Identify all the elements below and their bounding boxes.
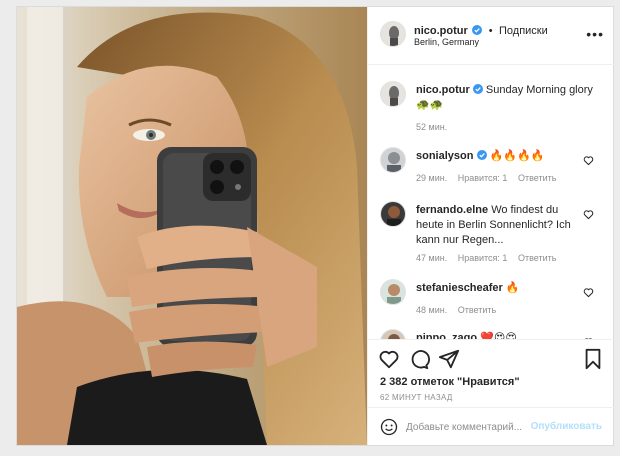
comment-item: fernando.elne Wo findest du heute in Ber… bbox=[368, 199, 614, 271]
comment-item: pippo_zago ❤️😍😍 bbox=[368, 327, 614, 339]
verified-icon bbox=[472, 25, 483, 35]
comment-meta: 48 мин. Ответить bbox=[416, 305, 504, 315]
comment-meta: 29 мин. Нравится: 1 Ответить bbox=[416, 173, 564, 183]
heart-icon[interactable] bbox=[378, 348, 400, 370]
comment-body: ❤️😍😍 bbox=[480, 332, 517, 339]
comments-list: nico.potur Sunday Morning glory 🐢🐢 52 ми… bbox=[368, 65, 614, 339]
comment-text: sonialyson 🔥🔥🔥🔥 bbox=[416, 149, 576, 164]
comment-item: stefaniescheafer 🔥 48 мин. Ответить bbox=[368, 277, 614, 321]
avatar[interactable] bbox=[380, 329, 406, 339]
comment-username[interactable]: fernando.elne bbox=[416, 204, 488, 216]
share-icon[interactable] bbox=[438, 348, 460, 370]
avatar[interactable] bbox=[380, 147, 406, 173]
comment-likes[interactable]: Нравится: 1 bbox=[458, 253, 508, 263]
likes-count[interactable]: 2 382 отметок "Нравится" bbox=[380, 376, 520, 388]
caption-body: Sunday Morning glory bbox=[485, 84, 593, 96]
caption-text: nico.potur Sunday Morning glory 🐢🐢 bbox=[416, 83, 606, 113]
verified-icon bbox=[472, 84, 483, 94]
caption-emojis: 🐢🐢 bbox=[416, 99, 444, 111]
publish-button[interactable]: Опубликовать bbox=[531, 421, 602, 432]
post-time[interactable]: 62 МИНУТ НАЗАД bbox=[380, 393, 453, 402]
avatar-image bbox=[381, 280, 405, 304]
bookmark-icon[interactable] bbox=[582, 348, 604, 370]
avatar-image bbox=[381, 330, 405, 339]
avatar[interactable] bbox=[380, 279, 406, 305]
avatar[interactable] bbox=[380, 21, 406, 47]
header-username[interactable]: nico.potur bbox=[414, 25, 468, 37]
header-separator: • bbox=[488, 25, 493, 37]
avatar-image bbox=[381, 148, 405, 172]
avatar-image bbox=[381, 22, 405, 46]
comment-username[interactable]: sonialyson bbox=[416, 150, 473, 162]
more-icon[interactable]: ••• bbox=[586, 27, 604, 41]
caption-time[interactable]: 52 мин. bbox=[416, 122, 447, 132]
comment-text: stefaniescheafer 🔥 bbox=[416, 281, 576, 296]
comment-input[interactable] bbox=[406, 418, 526, 436]
caption: nico.potur Sunday Morning glory 🐢🐢 52 ми… bbox=[368, 77, 614, 137]
comment-username[interactable]: pippo_zago bbox=[416, 332, 477, 339]
comment-time[interactable]: 47 мин. bbox=[416, 253, 447, 263]
comment-text: fernando.elne Wo findest du heute in Ber… bbox=[416, 203, 576, 248]
post-side-panel: nico.potur • Подписки Berlin, Germany ••… bbox=[367, 7, 614, 445]
verified-icon bbox=[476, 150, 487, 160]
comment-body: 🔥🔥🔥🔥 bbox=[489, 150, 545, 162]
comment-item: sonialyson 🔥🔥🔥🔥 29 мин. Нравится: 1 Отве… bbox=[368, 145, 614, 189]
emoji-icon[interactable] bbox=[380, 418, 398, 436]
reply-button[interactable]: Ответить bbox=[518, 173, 556, 183]
reply-button[interactable]: Ответить bbox=[458, 305, 496, 315]
comment-likes[interactable]: Нравится: 1 bbox=[458, 173, 508, 183]
comment-icon[interactable] bbox=[408, 348, 430, 370]
heart-icon[interactable] bbox=[583, 287, 594, 298]
post-photo[interactable] bbox=[17, 7, 367, 445]
selfie-image bbox=[17, 7, 367, 445]
header-location[interactable]: Berlin, Germany bbox=[414, 37, 479, 47]
comment-meta: 47 мин. Нравится: 1 Ответить bbox=[416, 253, 564, 263]
heart-icon[interactable] bbox=[583, 155, 594, 166]
heart-icon[interactable] bbox=[583, 209, 594, 220]
avatar[interactable] bbox=[380, 81, 406, 107]
reply-button[interactable]: Ответить bbox=[518, 253, 556, 263]
post-header: nico.potur • Подписки Berlin, Germany ••… bbox=[368, 7, 614, 65]
avatar[interactable] bbox=[380, 201, 406, 227]
follow-button[interactable]: Подписки bbox=[499, 25, 548, 37]
comment-time[interactable]: 48 мин. bbox=[416, 305, 447, 315]
comment-body: 🔥 bbox=[505, 282, 520, 294]
comment-form: Опубликовать bbox=[368, 407, 614, 445]
caption-meta: 52 мин. bbox=[416, 122, 455, 132]
post-dialog: nico.potur • Подписки Berlin, Germany ••… bbox=[16, 6, 614, 446]
caption-username[interactable]: nico.potur bbox=[416, 84, 470, 96]
comment-text: pippo_zago ❤️😍😍 bbox=[416, 331, 576, 339]
avatar-image bbox=[381, 202, 405, 226]
comment-time[interactable]: 29 мин. bbox=[416, 173, 447, 183]
post-actions: 2 382 отметок "Нравится" 62 МИНУТ НАЗАД bbox=[368, 339, 614, 407]
avatar-image bbox=[381, 82, 405, 106]
comment-username[interactable]: stefaniescheafer bbox=[416, 282, 503, 294]
